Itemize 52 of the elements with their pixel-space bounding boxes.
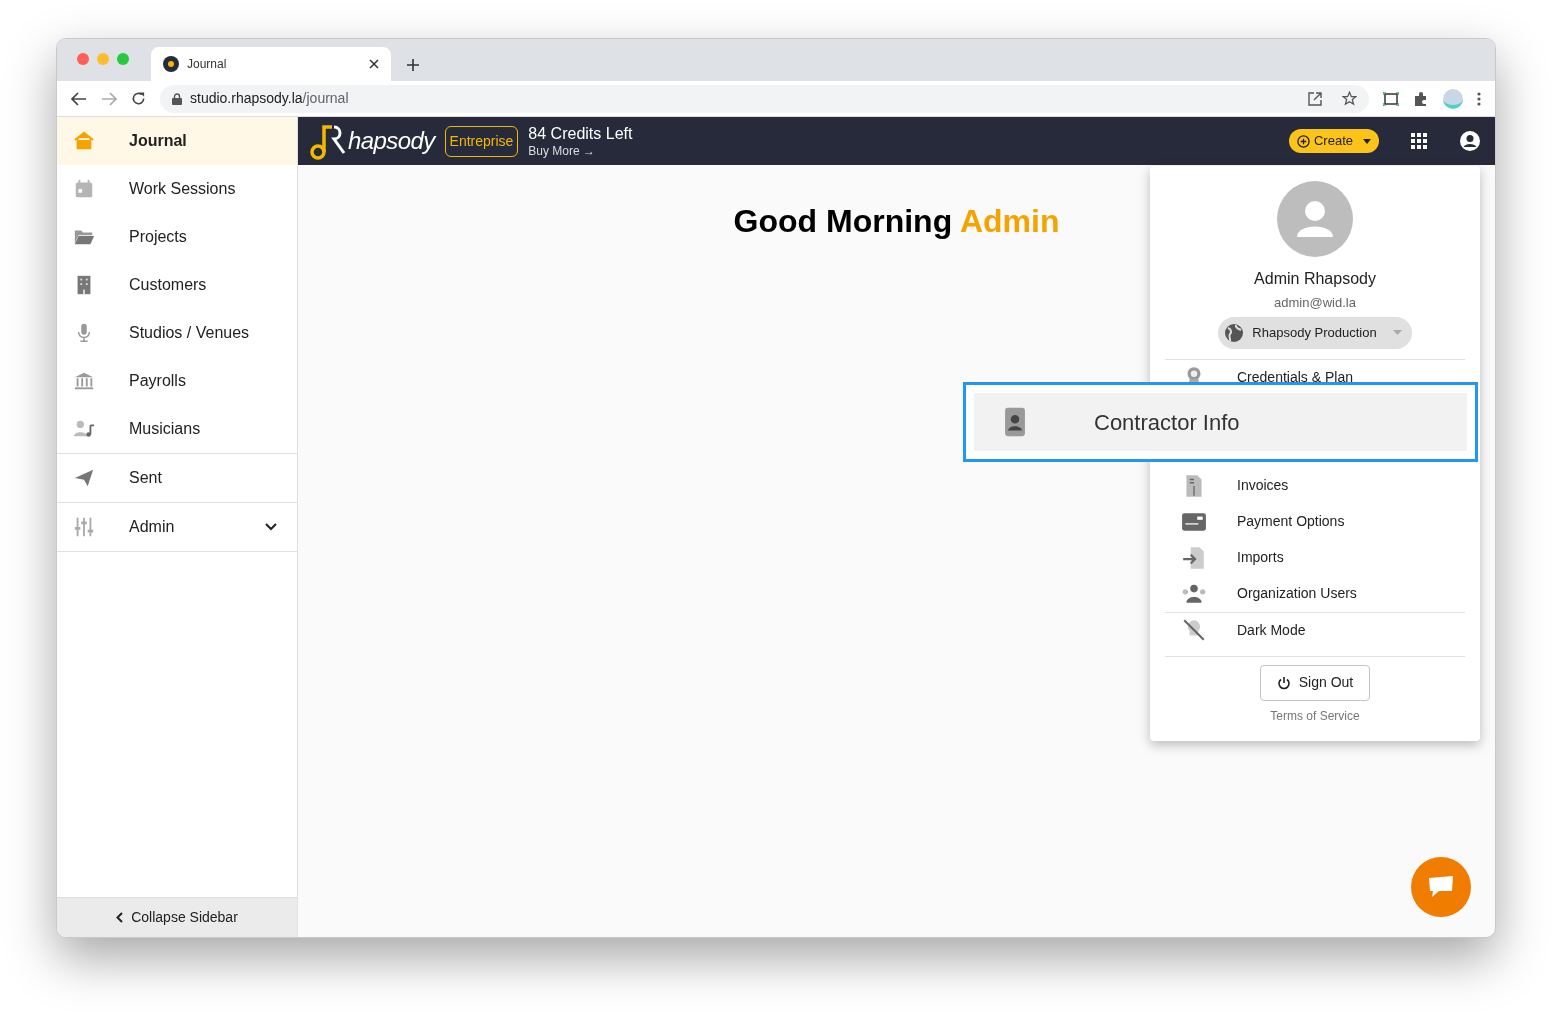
- sliders-icon: [73, 516, 95, 538]
- calendar-icon: [73, 178, 95, 200]
- user-email: admin@wid.la: [1274, 294, 1356, 312]
- url-text: studio.rhapsody.la/journal: [190, 89, 350, 108]
- globe-icon: [1224, 322, 1245, 343]
- user-name: Admin Rhapsody: [1254, 269, 1376, 289]
- bank-icon: [73, 370, 95, 392]
- screen-capture-icon[interactable]: [1383, 91, 1399, 106]
- sidebar-item[interactable]: Journal: [57, 117, 297, 165]
- tab-title: Journal: [187, 56, 228, 73]
- collapse-sidebar-button[interactable]: Collapse Sidebar: [57, 897, 297, 937]
- power-icon: [1276, 675, 1291, 690]
- file-import-icon: [1181, 544, 1207, 571]
- chevron-left-icon: [116, 912, 124, 923]
- lightbulb-off-icon: [1181, 617, 1207, 643]
- menu-item[interactable]: Payment Options: [1165, 503, 1465, 540]
- new-tab-icon[interactable]: [407, 59, 419, 71]
- chat-button[interactable]: [1411, 857, 1471, 917]
- organization-selector[interactable]: Rhapsody Production: [1218, 316, 1412, 349]
- logo-text: hapsody: [348, 126, 435, 156]
- back-arrow-icon[interactable]: [71, 91, 87, 106]
- account-icon[interactable]: [1459, 130, 1481, 152]
- puzzle-piece-icon[interactable]: [1413, 90, 1429, 107]
- highlighted-menu-item[interactable]: Contractor Info: [963, 382, 1478, 462]
- buy-more-link[interactable]: Buy More →: [528, 143, 633, 159]
- terms-of-service-link[interactable]: Terms of Service: [1270, 706, 1360, 725]
- chevron-icon: [265, 523, 277, 531]
- sign-out-button[interactable]: Sign Out: [1259, 664, 1371, 701]
- apps-grid-icon[interactable]: [1411, 133, 1427, 149]
- menu-item[interactable]: Organization Users: [1165, 575, 1465, 612]
- plus-circle-icon: [1296, 134, 1310, 148]
- caret-icon: [1363, 138, 1371, 144]
- close-icon[interactable]: [369, 59, 379, 69]
- star-icon[interactable]: [1342, 91, 1357, 106]
- credits-left: 84 Credits Left: [528, 123, 633, 144]
- create-button[interactable]: Create: [1288, 129, 1379, 153]
- menu-item[interactable]: Invoices: [1165, 467, 1465, 504]
- browser-tab[interactable]: Journal: [151, 47, 391, 81]
- caret-icon: [1392, 330, 1402, 335]
- house-icon: [73, 130, 95, 152]
- menu-item[interactable]: Imports: [1165, 539, 1465, 576]
- reload-icon[interactable]: [131, 91, 146, 106]
- more-vertical-icon[interactable]: [1477, 91, 1481, 106]
- app-favicon: [163, 56, 179, 72]
- paper-plane-icon: [73, 467, 95, 489]
- person-with-note-icon: [73, 418, 95, 440]
- greeting-heading: Good Morning Admin: [733, 202, 1060, 241]
- open-external-icon[interactable]: [1308, 91, 1322, 106]
- lock-icon: [172, 92, 182, 105]
- plan-badge: Entreprise: [444, 125, 519, 157]
- address-bar[interactable]: studio.rhapsody.la/journal: [160, 84, 1369, 113]
- chat-bubble-icon: [1427, 875, 1455, 899]
